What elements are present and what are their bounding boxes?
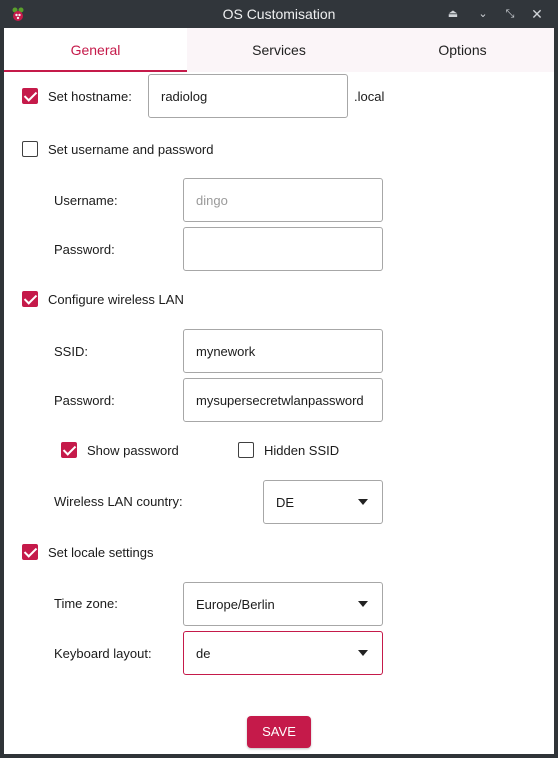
set-locale-checkbox[interactable] <box>22 544 38 560</box>
keyboard-layout-label: Keyboard layout: <box>54 646 152 661</box>
close-icon[interactable]: ✕ <box>530 7 544 21</box>
chevron-down-icon <box>358 499 368 505</box>
dialog-content: General Services Options Set hostname: r… <box>4 28 554 754</box>
os-customisation-window: OS Customisation ⏏ ⌄ ⤡ ✕ General Service… <box>0 0 558 758</box>
chevron-down-icon <box>358 601 368 607</box>
set-hostname-checkbox[interactable] <box>22 88 38 104</box>
wlan-password-input[interactable]: mysupersecretwlanpassword <box>183 378 383 422</box>
hostname-suffix: .local <box>354 89 385 104</box>
ssid-input[interactable]: mynework <box>183 329 383 373</box>
keep-above-icon[interactable]: ⏏ <box>446 7 460 21</box>
set-username-password-label: Set username and password <box>48 142 214 157</box>
configure-wlan-label: Configure wireless LAN <box>48 292 184 307</box>
tab-options[interactable]: Options <box>371 28 554 72</box>
user-password-label: Password: <box>54 242 115 257</box>
set-hostname-label: Set hostname: <box>48 89 132 104</box>
show-password-label: Show password <box>87 443 179 458</box>
wlan-country-select[interactable]: DE <box>263 480 383 524</box>
set-username-password-checkbox[interactable] <box>22 141 38 157</box>
minimize-icon[interactable]: ⌄ <box>476 7 490 21</box>
tab-services[interactable]: Services <box>187 28 371 72</box>
keyboard-layout-select[interactable]: de <box>183 631 383 675</box>
restore-icon[interactable]: ⤡ <box>503 7 517 21</box>
tab-general[interactable]: General <box>4 28 187 72</box>
hostname-input[interactable]: radiolog <box>148 74 348 118</box>
user-password-input[interactable] <box>183 227 383 271</box>
wlan-country-label: Wireless LAN country: <box>54 494 183 509</box>
timezone-select[interactable]: Europe/Berlin <box>183 582 383 626</box>
save-button[interactable]: SAVE <box>247 716 311 748</box>
chevron-down-icon <box>358 650 368 656</box>
ssid-label: SSID: <box>54 344 88 359</box>
configure-wlan-checkbox[interactable] <box>22 291 38 307</box>
hidden-ssid-checkbox[interactable] <box>238 442 254 458</box>
timezone-label: Time zone: <box>54 596 118 611</box>
set-locale-label: Set locale settings <box>48 545 154 560</box>
title-bar[interactable]: OS Customisation ⏏ ⌄ ⤡ ✕ <box>0 0 558 28</box>
window-title: OS Customisation <box>222 6 336 22</box>
username-input[interactable]: dingo <box>183 178 383 222</box>
hidden-ssid-label: Hidden SSID <box>264 443 340 458</box>
show-password-checkbox[interactable] <box>61 442 77 458</box>
username-label: Username: <box>54 193 118 208</box>
wlan-password-label: Password: <box>54 393 115 408</box>
tab-bar: General Services Options <box>4 28 554 72</box>
